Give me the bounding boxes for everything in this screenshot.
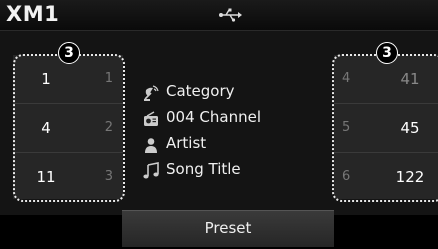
source-title: XM1 — [6, 2, 60, 26]
preset-6[interactable]: 6 122 — [334, 153, 438, 201]
radio-icon — [144, 111, 158, 126]
preset-5[interactable]: 5 45 — [334, 104, 438, 153]
preset-channel: 11 — [36, 168, 56, 186]
callout-number-left: 3 — [58, 42, 80, 64]
preset-index: 4 — [342, 71, 351, 86]
preset-2[interactable]: 4 2 — [13, 104, 123, 153]
preset-3[interactable]: 11 3 — [13, 153, 123, 201]
preset-channel: 4 — [41, 119, 51, 137]
left-preset-list: 1 1 4 2 11 3 — [13, 55, 123, 199]
satellite-icon — [144, 85, 159, 101]
preset-button[interactable]: Preset — [122, 210, 334, 247]
preset-channel: 122 — [395, 168, 425, 186]
right-preset-list: 4 41 5 45 6 122 — [334, 55, 438, 199]
top-bar: XM1 — [0, 0, 438, 31]
callout-number-right: 3 — [376, 42, 398, 64]
preset-channel: 45 — [400, 119, 420, 137]
preset-index: 5 — [342, 120, 351, 135]
preset-index: 3 — [104, 169, 113, 184]
person-icon — [145, 138, 157, 153]
song-title-label: Song Title — [166, 160, 241, 178]
preset-index: 6 — [342, 169, 351, 184]
preset-channel: 1 — [41, 70, 51, 88]
music-note-icon — [143, 162, 159, 179]
category-label: Category — [166, 82, 235, 100]
preset-index: 2 — [104, 120, 113, 135]
channel-label: 004 Channel — [166, 108, 261, 126]
preset-index: 1 — [104, 71, 113, 86]
usb-icon — [219, 8, 242, 22]
artist-label: Artist — [166, 134, 207, 152]
preset-channel: 41 — [400, 70, 420, 88]
